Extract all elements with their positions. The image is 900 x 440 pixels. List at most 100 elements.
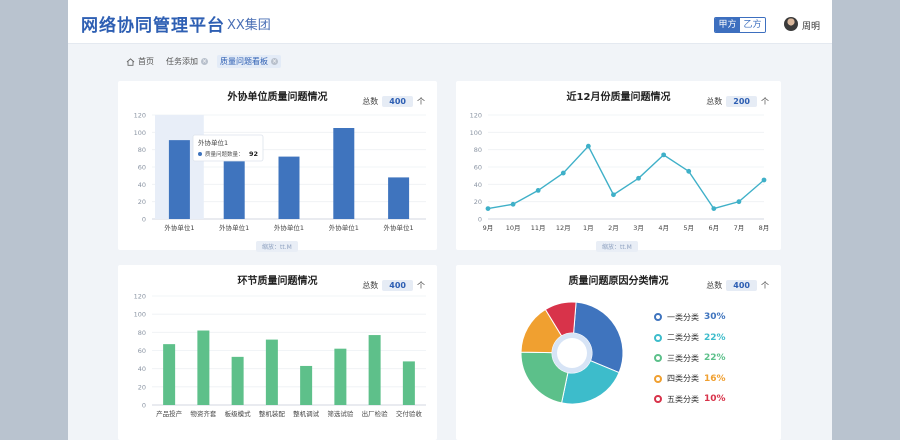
tab-home-label: 首页 [138,57,154,66]
app-title: 网络协同管理平台 [81,16,225,36]
data-point [636,175,641,181]
x-tick-label: 12月 [556,224,571,232]
y-tick-label: 60 [138,347,146,355]
party-a-button[interactable]: 甲方 [715,18,740,32]
x-tick-label: 外协单位1 [274,223,304,232]
legend-item[interactable]: 五类分类 10% [654,389,726,410]
y-tick-label: 80 [138,146,146,154]
tab-bar: 首页 任务添加 × 质量问题看板 × [123,55,281,68]
data-point [736,199,742,205]
legend-percent: 30% [704,312,726,323]
x-tick-label: 交付验收 [396,409,423,418]
bar [223,160,245,219]
total-box: 总数 400 个 [706,280,769,291]
legend-percent: 16% [704,373,726,384]
legend-label: 二类分类 [667,333,699,343]
x-tick-label: 5月 [683,224,694,232]
party-toggle: 甲方 乙方 [714,17,766,33]
bar [368,335,381,405]
y-tick-label: 40 [474,181,482,189]
app-frame: 网络协同管理平台 XX集团 甲方 乙方 周明 首页 任务添加 × 质量问题看板 … [68,0,832,440]
zoom-hint: 缩放：tt.M [256,241,298,252]
bar [334,348,347,405]
y-tick-label: 100 [134,311,146,319]
y-tick-label: 120 [134,112,146,120]
x-tick-label: 2月 [608,224,619,232]
y-tick-label: 80 [138,329,146,337]
monthly-line-chart[interactable]: 0 20 40 60 80 100 120 9月 10月 11月 12月 1月 2月 3月 4月 5月 6月 7月… [456,81,781,250]
tab-home[interactable]: 首页 [123,55,157,68]
bar [163,344,176,405]
tab-quality-board[interactable]: 质量问题看板 × [217,55,281,68]
card-cause-distribution: 质量问题原因分类情况 总数 400 个 一类分类 30% 二类分类 22% 三类分类 22… [456,265,781,440]
zoom-hint: 缩放：tt.M [596,241,638,252]
close-icon[interactable]: × [271,58,278,65]
home-icon [126,57,135,66]
stage-bar-chart[interactable]: 0 20 40 60 80 100 120 产品投产 物资齐套 板级模式 整机装配 整机调试 筛选试验出… [118,265,437,440]
data-point [661,152,667,158]
data-point [485,206,491,211]
avatar[interactable] [784,17,798,31]
x-tick-label: 外协单位1 [384,223,414,232]
y-tick-label: 40 [138,365,146,373]
legend-label: 三类分类 [667,353,699,363]
y-tick-label: 0 [142,402,146,410]
x-tick-label: 外协单位1 [329,223,359,232]
bar [278,156,300,219]
tab-task-add[interactable]: 任务添加 × [163,55,211,68]
legend-marker [654,374,662,383]
x-tick-label: 整机调试 [293,409,320,418]
legend-item[interactable]: 三类分类 22% [654,348,726,369]
total-label: 总数 [706,281,723,290]
x-tick-label: 产品投产 [156,409,183,418]
x-tick-label: 3月 [633,224,644,232]
cause-donut-chart[interactable] [456,265,646,440]
x-tick-label: 9月 [483,224,494,232]
tooltip-label: 质量问题数量： [205,150,244,158]
legend-item[interactable]: 一类分类 30% [654,307,726,328]
tooltip-title: 外协单位1 [198,138,228,147]
bar [168,140,190,219]
y-tick-label: 60 [474,164,482,172]
tab-task-add-label: 任务添加 [166,57,198,66]
tab-quality-board-label: 质量问题看板 [220,57,268,66]
legend-label: 四类分类 [667,374,699,384]
x-tick-label: 11月 [531,224,546,232]
legend-label: 一类分类 [667,312,699,322]
y-tick-label: 20 [474,198,482,206]
series-line [487,144,765,210]
data-point [761,177,767,183]
y-tick-label: 20 [138,383,146,391]
x-tick-label: 1月 [583,224,594,232]
legend-marker [654,313,662,322]
supplier-bar-chart[interactable]: 0 20 40 60 80 100 120 外协单位1 外协单位1 外协单位1 外协单位1 外协单位1… [118,81,437,250]
legend-percent: 22% [704,353,726,364]
bar [333,128,355,219]
top-bar: 网络协同管理平台 XX集团 甲方 乙方 周明 [68,0,832,44]
bar [265,339,278,405]
y-tick-label: 120 [134,293,146,301]
data-point [510,201,516,207]
data-point [711,206,717,211]
party-b-button[interactable]: 乙方 [740,18,765,32]
y-tick-label: 20 [138,198,146,206]
y-tick-label: 60 [138,164,146,172]
y-tick-label: 80 [474,146,482,154]
user-name[interactable]: 周明 [802,19,820,32]
close-icon[interactable]: × [201,58,208,65]
legend-marker [654,395,662,404]
x-tick-label: 外协单位1 [164,223,194,232]
card-supplier-quality: 外协单位质量问题情况 总数 400 个 0 20 40 60 80 100 120 外协单位1… [118,81,437,252]
total-unit: 个 [761,281,769,290]
data-point [686,168,692,174]
legend-item[interactable]: 二类分类 22% [654,328,726,349]
company-name: XX集团 [227,18,271,33]
legend-marker [654,333,662,342]
y-tick-label: 40 [138,181,146,189]
x-tick-label: 外协单位1 [219,223,249,232]
bar [300,365,313,405]
legend-item[interactable]: 四类分类 16% [654,369,726,390]
y-tick-label: 0 [142,216,146,224]
total-value: 400 [726,280,757,291]
x-tick-label: 4月 [658,224,669,232]
